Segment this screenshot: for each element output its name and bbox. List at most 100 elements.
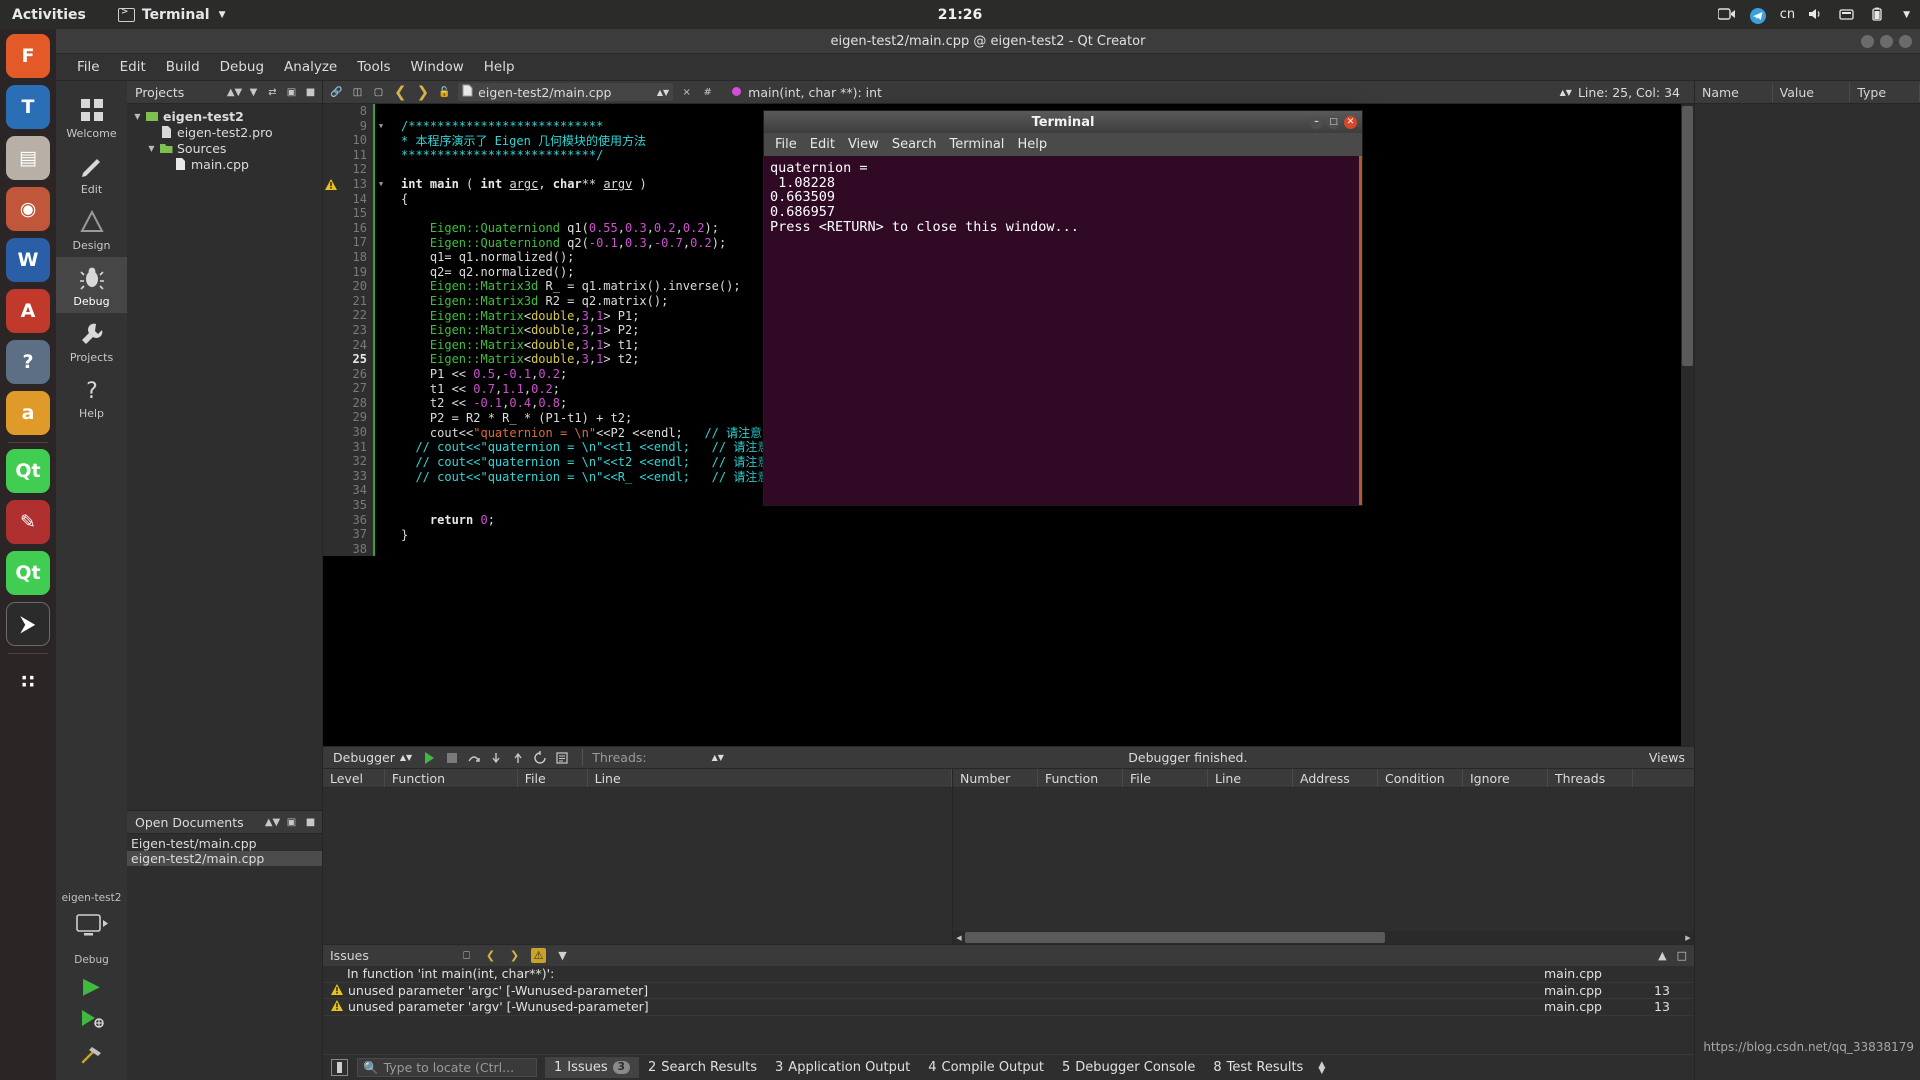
fold-marker-icon[interactable] — [373, 498, 387, 513]
dock-item-libreoffice-writer[interactable]: W — [6, 238, 50, 282]
battery-icon[interactable] — [1870, 7, 1888, 23]
fold-marker-icon[interactable] — [373, 468, 387, 484]
terminal-scrollbar[interactable] — [1359, 156, 1362, 505]
volume-icon[interactable] — [1808, 7, 1826, 23]
fold-marker-icon[interactable] — [373, 235, 387, 250]
navigate-back-button[interactable]: ❮ — [392, 83, 409, 101]
fold-marker-icon[interactable] — [373, 512, 387, 528]
fold-marker-icon[interactable] — [373, 264, 387, 280]
breakpoints-scroll-thumb[interactable] — [965, 932, 1385, 943]
open-documents-list[interactable]: Eigen-test/main.cpp eigen-test2/main.cpp — [127, 834, 322, 1080]
pane-selector-icon-2[interactable]: ▲▼ — [265, 815, 280, 830]
output-tab-test-results[interactable]: 8 Test Results — [1204, 1057, 1312, 1078]
line-numbers-toggle[interactable]: # — [700, 85, 715, 100]
dock-item-help[interactable]: ? — [6, 340, 50, 384]
fold-marker-icon[interactable] — [373, 249, 387, 265]
issue-group-row[interactable]: In function 'int main(int, char**)': main… — [323, 966, 1694, 983]
fold-marker-icon[interactable] — [373, 410, 387, 426]
fold-marker-icon[interactable] — [373, 483, 387, 499]
step-out-icon[interactable] — [510, 750, 525, 765]
dock-item-show-applications[interactable]: ∷ — [6, 660, 50, 704]
fold-marker-icon[interactable] — [373, 541, 387, 557]
run-button[interactable]: ▶ — [83, 976, 100, 998]
sync-icon[interactable]: ⇄ — [265, 85, 280, 100]
breakpoints-hscroll[interactable]: ◀ ▶ — [953, 931, 1694, 944]
column-header-line[interactable]: Line — [588, 769, 953, 787]
terminal-menu-search[interactable]: Search — [892, 137, 937, 152]
pane-selector-icon[interactable]: ▲▼ — [227, 85, 242, 100]
step-over-icon[interactable] — [466, 750, 481, 765]
close-pane-icon[interactable]: ■ — [303, 85, 318, 100]
fold-marker-icon[interactable] — [373, 381, 387, 396]
project-tree[interactable]: ▼ eigen-test2 eigen-test2.pro ▼ Sources main.… — [127, 104, 322, 810]
dock-item-firefox[interactable]: F — [6, 34, 50, 78]
issue-row[interactable]: unused parameter 'argv' [-Wunused-parame… — [323, 999, 1694, 1016]
dock-item-software-center[interactable]: A — [6, 289, 50, 333]
editor-scroll-thumb[interactable] — [1682, 106, 1693, 366]
activities-button[interactable]: Activities — [12, 7, 86, 23]
column-header-ignore[interactable]: Ignore — [1463, 769, 1548, 787]
open-file-combo[interactable]: eigen-test2/main.cpp ▲▼ — [458, 83, 674, 101]
editor-vertical-scrollbar[interactable] — [1681, 104, 1694, 746]
menu-window[interactable]: Window — [401, 56, 474, 78]
code-line[interactable]: 36 return 0; — [323, 512, 1694, 528]
dock-item-files[interactable]: ▤ — [6, 136, 50, 180]
restart-icon[interactable] — [532, 750, 547, 765]
column-header-name[interactable]: Name — [1695, 82, 1773, 102]
column-header-threads[interactable]: Threads — [1548, 769, 1633, 787]
maximize-panel-icon[interactable]: ▲ — [1658, 949, 1666, 962]
power-caret-icon[interactable]: ▼ — [1903, 10, 1910, 20]
close-button[interactable] — [1899, 34, 1912, 48]
output-tab-search-results[interactable]: 2 Search Results — [639, 1057, 766, 1078]
debug-run-button[interactable] — [79, 1008, 105, 1034]
fold-marker-icon[interactable] — [373, 395, 387, 411]
close-document-button[interactable]: × — [679, 85, 694, 100]
breakpoints-body[interactable] — [953, 788, 1694, 931]
column-header-function[interactable]: Function — [1038, 769, 1123, 787]
dock-item-amazon[interactable]: a — [6, 391, 50, 435]
tree-item-sources[interactable]: ▼ Sources — [127, 140, 322, 156]
terminal-menu-view[interactable]: View — [848, 137, 879, 152]
fold-marker-icon[interactable]: ▼ — [373, 118, 387, 134]
dock-item-thunderbird[interactable]: T — [6, 85, 50, 129]
fold-marker-icon[interactable] — [373, 425, 387, 440]
column-header-line[interactable]: Line — [1208, 769, 1293, 787]
next-issue-icon[interactable]: ❯ — [507, 948, 522, 963]
terminal-menu-edit[interactable]: Edit — [810, 137, 835, 152]
fold-marker-icon[interactable] — [373, 527, 387, 542]
locals-body[interactable] — [1695, 104, 1920, 1080]
toggle-sidebar-button[interactable] — [331, 1059, 348, 1076]
kit-selector[interactable]: eigen-test2 Debug ▶ — [56, 892, 127, 1070]
mode-projects[interactable]: Projects — [56, 313, 127, 369]
fold-marker-icon[interactable] — [373, 206, 387, 221]
copy-issue-icon[interactable]: ⎕ — [459, 948, 474, 963]
column-header-condition[interactable]: Condition — [1378, 769, 1463, 787]
fold-marker-icon[interactable] — [373, 322, 387, 338]
column-header-type[interactable]: Type — [1850, 82, 1920, 102]
output-tab-application-output[interactable]: 3 Application Output — [766, 1057, 919, 1078]
screencast-icon[interactable] — [1717, 7, 1736, 23]
column-header-address[interactable]: Address — [1293, 769, 1378, 787]
terminal-menu-file[interactable]: File — [775, 137, 797, 152]
build-hammer-button[interactable] — [79, 1044, 105, 1070]
column-header-file[interactable]: File — [518, 769, 588, 787]
dock-item-qt-creator-1[interactable]: Qt — [6, 449, 50, 493]
output-tab-debugger-console[interactable]: 5 Debugger Console — [1053, 1057, 1204, 1078]
issues-filter-icon[interactable]: ▼ — [555, 948, 570, 963]
fold-marker-icon[interactable] — [373, 293, 387, 309]
tree-item-eigen-test2-pro[interactable]: eigen-test2.pro — [127, 124, 322, 140]
tree-item-eigen-test2[interactable]: ▼ eigen-test2 — [127, 108, 322, 124]
symbol-combo[interactable]: main(int, char **): int ▲▼ — [721, 85, 1572, 100]
open-document-item[interactable]: Eigen-test/main.cpp — [127, 836, 322, 851]
output-tab-compile-output[interactable]: 4 Compile Output — [919, 1057, 1053, 1078]
column-header-value[interactable]: Value — [1773, 82, 1851, 102]
fold-marker-icon[interactable] — [373, 337, 387, 353]
open-document-item[interactable]: eigen-test2/main.cpp — [127, 851, 322, 866]
fold-marker-icon[interactable] — [373, 191, 387, 207]
scroll-right-icon[interactable]: ▶ — [1682, 931, 1694, 944]
navigate-forward-button[interactable]: ❯ — [415, 83, 432, 101]
step-into-icon[interactable] — [488, 750, 503, 765]
mode-debug[interactable]: Debug — [56, 257, 127, 313]
link-icon[interactable]: 🔗 — [329, 85, 344, 100]
terminal-close-button[interactable]: ✕ — [1344, 115, 1357, 129]
